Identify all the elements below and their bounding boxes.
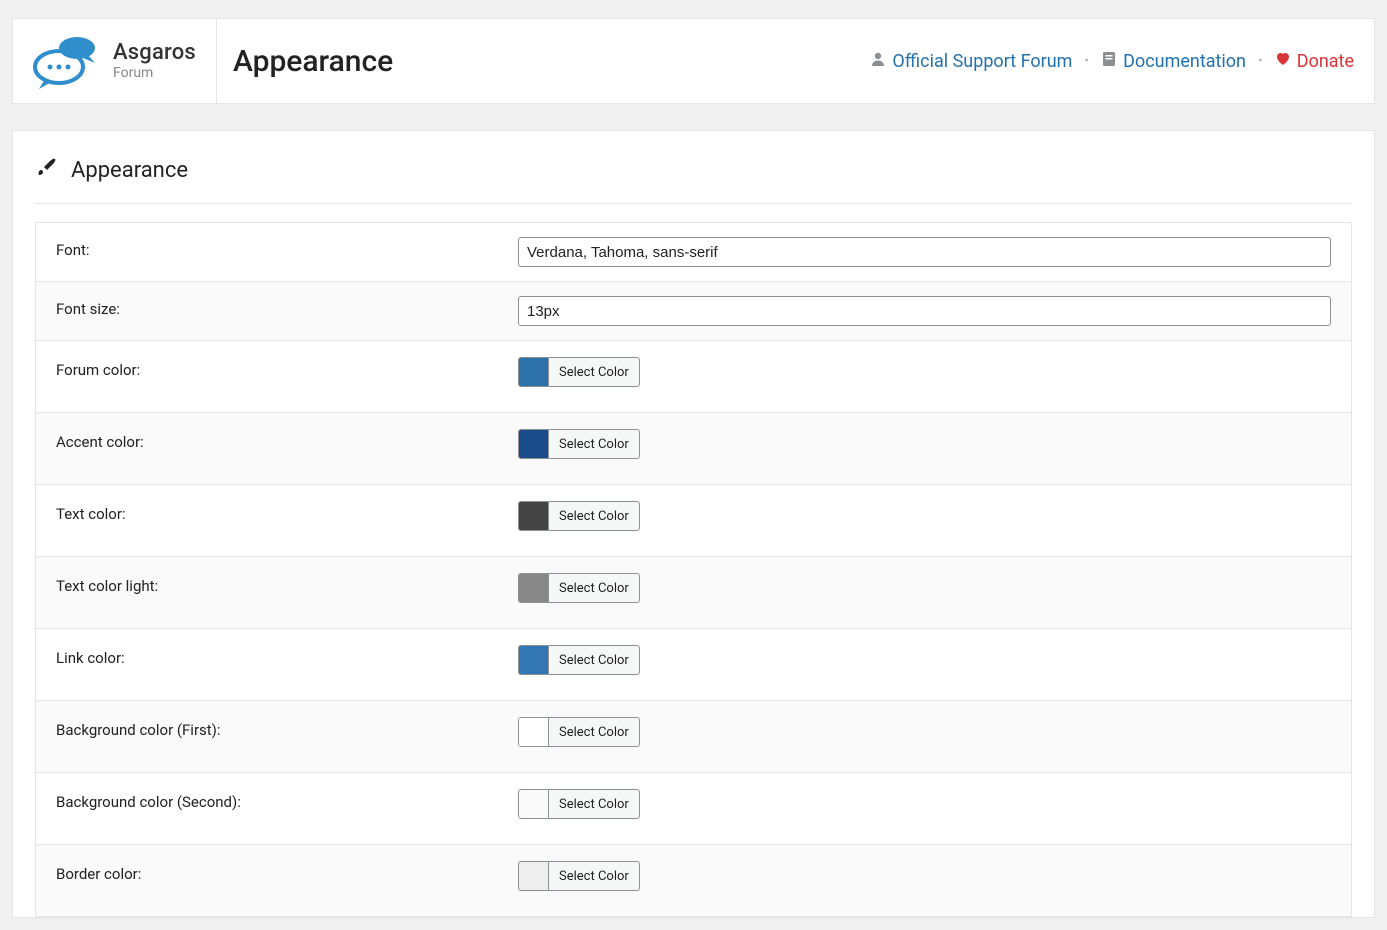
link-color-label: Link color: — [56, 645, 518, 667]
row-bg-first: Background color (First): Select Color — [36, 701, 1351, 773]
separator: • — [1254, 53, 1267, 69]
bg-first-swatch — [519, 718, 549, 746]
text-color-picker[interactable]: Select Color — [518, 501, 640, 531]
link-color-button-label: Select Color — [549, 646, 639, 674]
bg-second-swatch — [519, 790, 549, 818]
logo: Asgaros Forum — [33, 19, 217, 103]
text-color-light-label: Text color light: — [56, 573, 518, 595]
support-link[interactable]: Official Support Forum — [870, 51, 1072, 72]
forum-color-label: Forum color: — [56, 357, 518, 379]
book-icon — [1101, 51, 1117, 72]
forum-color-button-label: Select Color — [549, 358, 639, 386]
page-title: Appearance — [233, 44, 393, 79]
logo-text: Asgaros Forum — [113, 42, 196, 80]
brush-icon — [35, 155, 59, 185]
row-bg-second: Background color (Second): Select Color — [36, 773, 1351, 845]
user-icon — [870, 51, 886, 72]
accent-color-swatch — [519, 430, 549, 458]
header-links: Official Support Forum • Documentation •… — [870, 51, 1354, 72]
border-color-picker[interactable]: Select Color — [518, 861, 640, 891]
bg-first-label: Background color (First): — [56, 717, 518, 739]
donate-link[interactable]: Donate — [1275, 51, 1354, 72]
text-color-swatch — [519, 502, 549, 530]
docs-link-label: Documentation — [1123, 51, 1246, 72]
text-color-light-picker[interactable]: Select Color — [518, 573, 640, 603]
forum-color-swatch — [519, 358, 549, 386]
chat-bubbles-icon — [33, 33, 103, 89]
accent-color-label: Accent color: — [56, 429, 518, 451]
row-text-color: Text color: Select Color — [36, 485, 1351, 557]
logo-sub: Forum — [113, 66, 196, 80]
heart-icon — [1275, 51, 1291, 72]
row-font: Font: — [36, 223, 1351, 282]
bg-first-button-label: Select Color — [549, 718, 639, 746]
forum-color-picker[interactable]: Select Color — [518, 357, 640, 387]
border-color-label: Border color: — [56, 861, 518, 883]
border-color-button-label: Select Color — [549, 862, 639, 890]
row-border-color: Border color: Select Color — [36, 845, 1351, 916]
font-label: Font: — [56, 237, 518, 259]
section-title: Appearance — [35, 149, 1352, 204]
font-size-label: Font size: — [56, 296, 518, 318]
row-link-color: Link color: Select Color — [36, 629, 1351, 701]
text-color-light-swatch — [519, 574, 549, 602]
text-color-label: Text color: — [56, 501, 518, 523]
font-size-input[interactable] — [518, 296, 1331, 326]
section-title-text: Appearance — [71, 158, 188, 183]
bg-second-picker[interactable]: Select Color — [518, 789, 640, 819]
accent-color-button-label: Select Color — [549, 430, 639, 458]
docs-link[interactable]: Documentation — [1101, 51, 1246, 72]
row-text-color-light: Text color light: Select Color — [36, 557, 1351, 629]
link-color-picker[interactable]: Select Color — [518, 645, 640, 675]
row-font-size: Font size: — [36, 282, 1351, 341]
text-color-light-button-label: Select Color — [549, 574, 639, 602]
link-color-swatch — [519, 646, 549, 674]
row-forum-color: Forum color: Select Color — [36, 341, 1351, 413]
bg-second-button-label: Select Color — [549, 790, 639, 818]
accent-color-picker[interactable]: Select Color — [518, 429, 640, 459]
logo-main: Asgaros — [113, 42, 196, 64]
font-input[interactable] — [518, 237, 1331, 267]
row-accent-color: Accent color: Select Color — [36, 413, 1351, 485]
support-link-label: Official Support Forum — [892, 51, 1072, 72]
border-color-swatch — [519, 862, 549, 890]
separator: • — [1080, 53, 1093, 69]
bg-second-label: Background color (Second): — [56, 789, 518, 811]
settings-table: Font: Font size: Forum color: Select Col… — [35, 222, 1352, 917]
bg-first-picker[interactable]: Select Color — [518, 717, 640, 747]
settings-panel: Appearance Font: Font size: Forum color:… — [12, 130, 1375, 918]
donate-link-label: Donate — [1297, 51, 1354, 72]
header-bar: Asgaros Forum Appearance Official Suppor… — [12, 18, 1375, 104]
text-color-button-label: Select Color — [549, 502, 639, 530]
